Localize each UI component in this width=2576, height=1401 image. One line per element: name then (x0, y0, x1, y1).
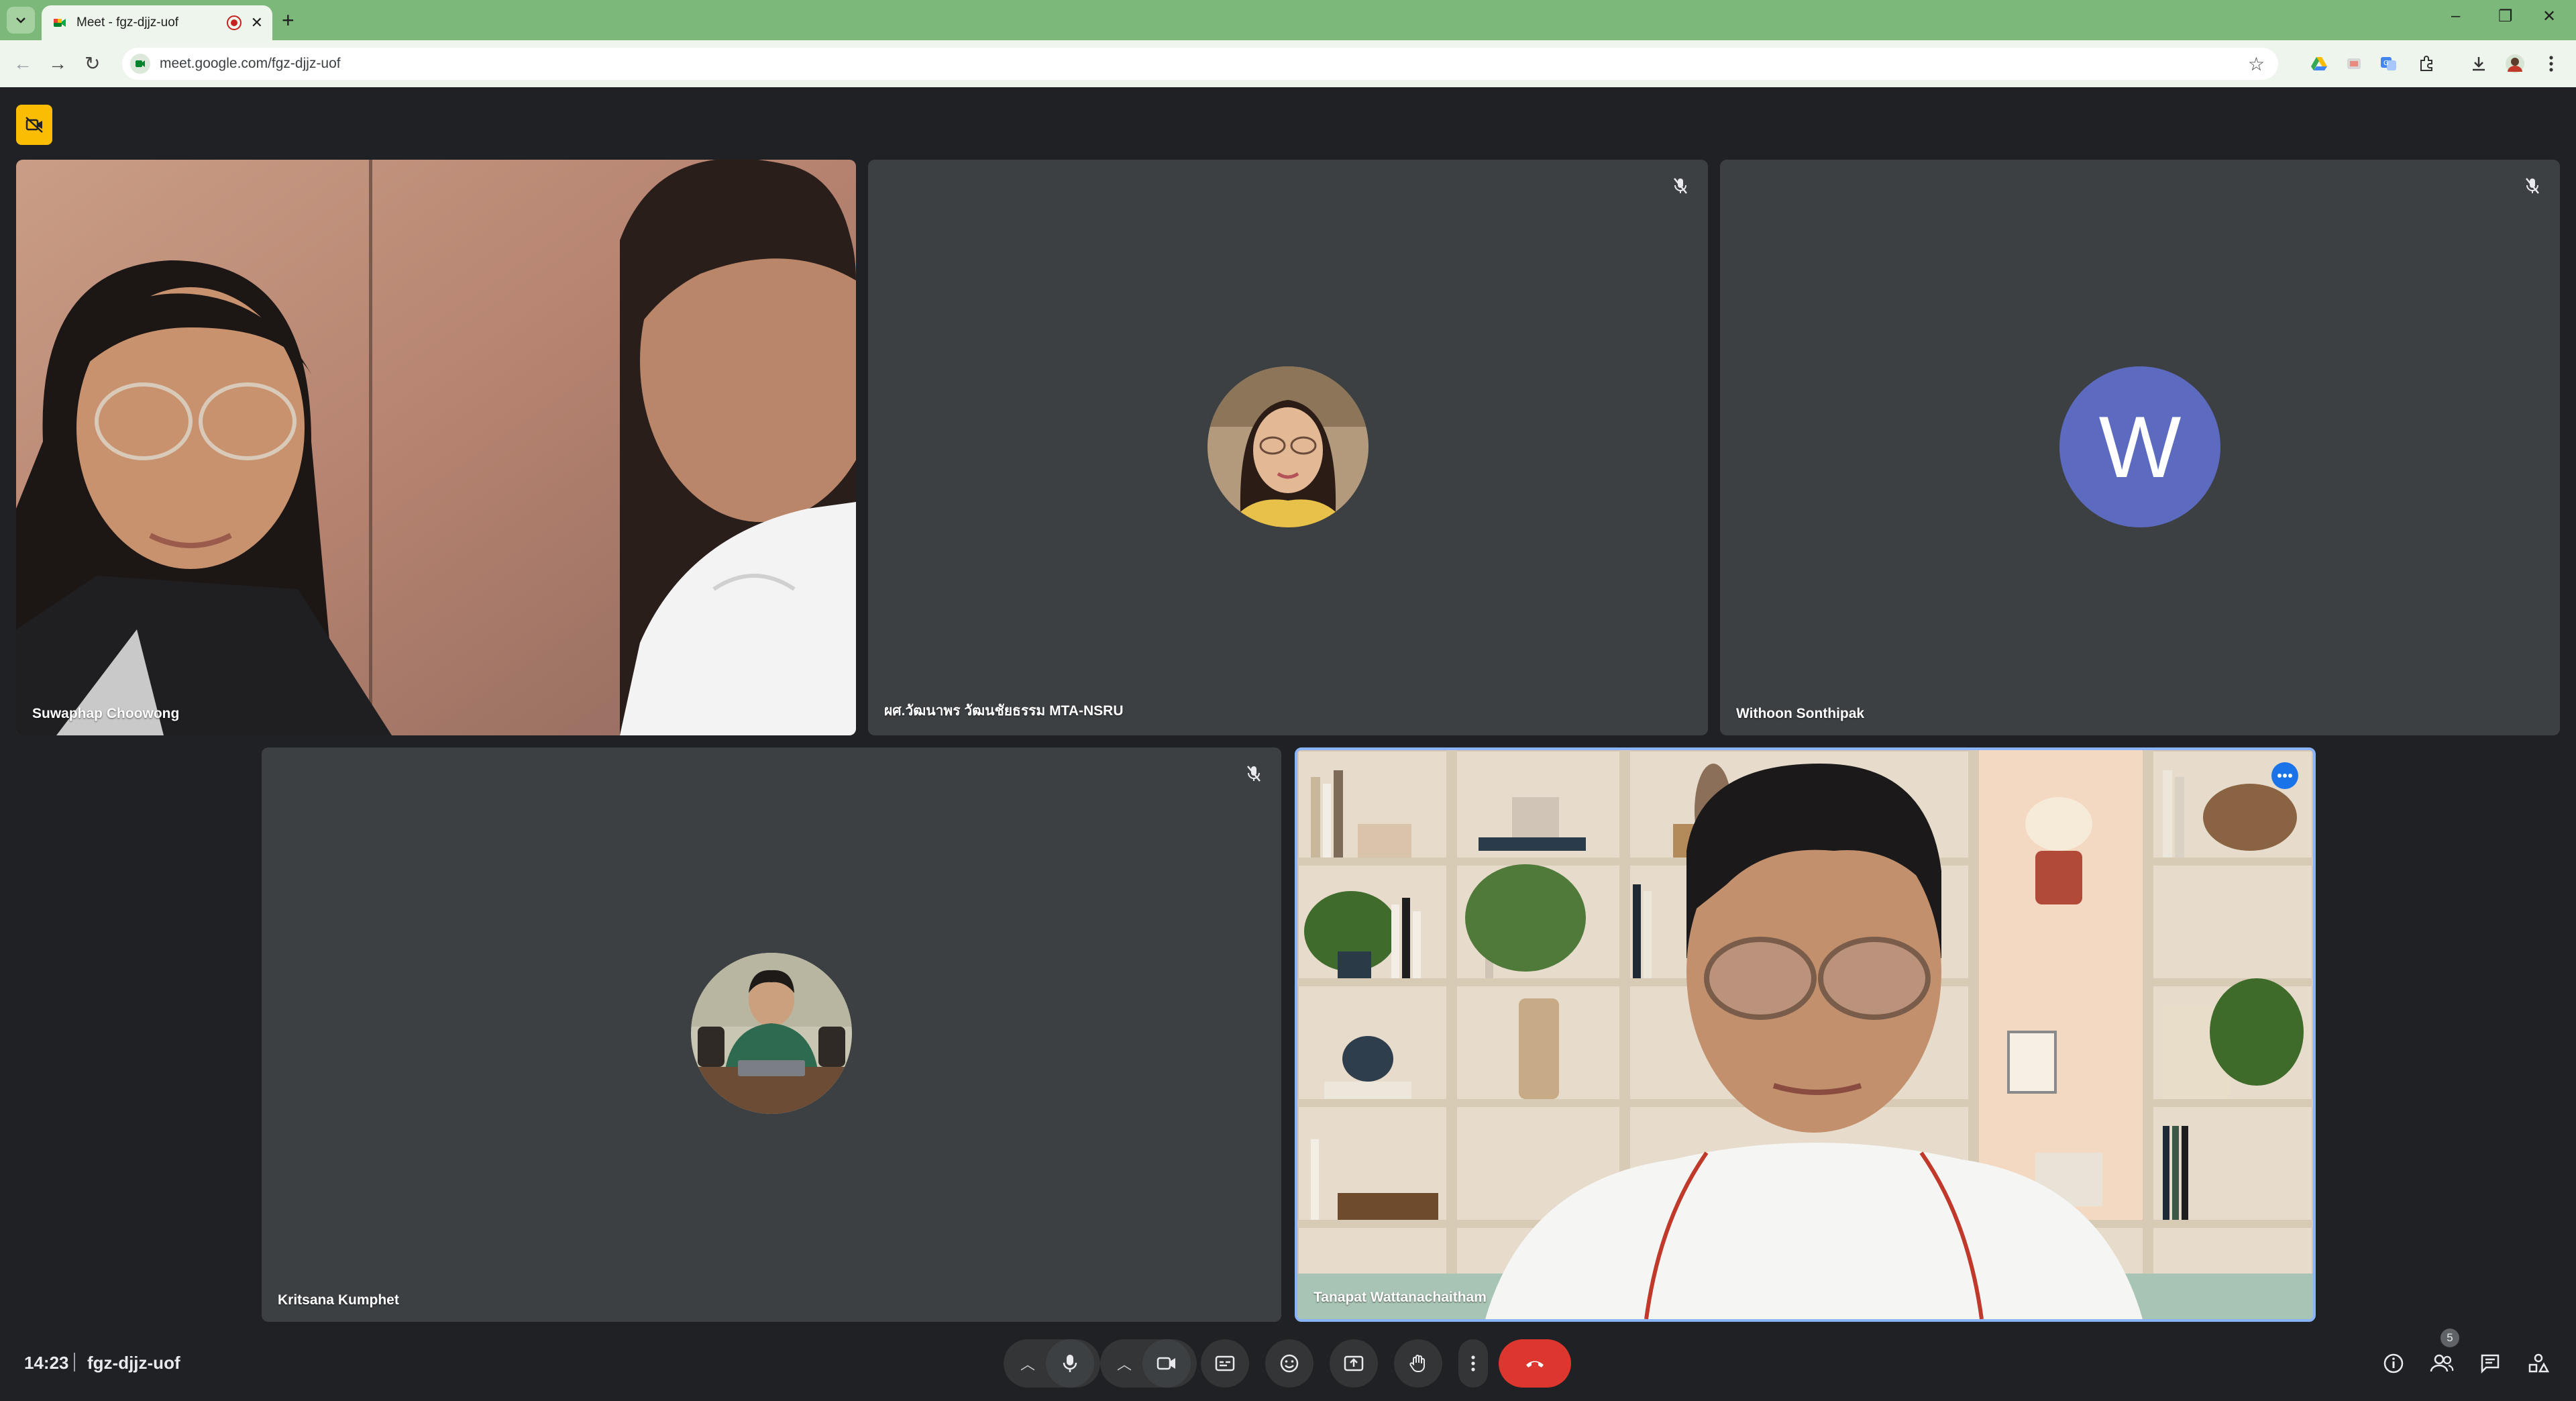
participant-avatar (691, 953, 852, 1114)
reactions-button[interactable] (1265, 1339, 1313, 1388)
minimize-button[interactable]: – (2451, 7, 2460, 25)
captions-icon (1215, 1355, 1235, 1371)
mic-off-icon (1247, 766, 1260, 782)
meet-favicon (54, 19, 66, 27)
avatar-initial: W (2098, 398, 2182, 496)
participant-video (16, 160, 856, 735)
activities-icon (2528, 1353, 2550, 1373)
forward-button[interactable]: → (48, 52, 67, 75)
download-icon[interactable] (2469, 54, 2489, 74)
new-tab-button[interactable]: + (282, 8, 294, 32)
more-vert-icon (1471, 1355, 1475, 1371)
participant-tile-active-speaker[interactable]: Tanapat Wattanachaitham (1295, 747, 2316, 1322)
captions-button[interactable] (1201, 1339, 1249, 1388)
participant-name: Withoon Sonthipak (1736, 706, 1865, 721)
participant-video (1297, 750, 2313, 1319)
emoji-icon (1280, 1354, 1299, 1373)
slides-extension-icon[interactable] (2344, 54, 2364, 74)
camera-off-notice-icon[interactable] (16, 105, 52, 145)
participant-initial-avatar: W (2059, 366, 2220, 527)
tab-strip: Meet - fgz-djjz-uof ✕ + – ❐ ✕ (0, 0, 2576, 40)
bookmark-star-icon[interactable]: ☆ (2248, 53, 2265, 75)
divider (74, 1353, 75, 1371)
camera-icon (1157, 1357, 1175, 1370)
participant-tile[interactable]: Kritsana Kumphet (262, 747, 1281, 1322)
activities-button[interactable] (2524, 1349, 2553, 1378)
browser-menu-icon[interactable] (2541, 54, 2561, 74)
people-button[interactable] (2427, 1349, 2457, 1378)
participant-tile[interactable]: ผศ.วัฒนาพร วัฒนชัยธรรม MTA-NSRU (868, 160, 1708, 735)
participant-count-badge: 5 (2440, 1329, 2459, 1347)
chevron-up-icon[interactable]: ︿ (1106, 1353, 1142, 1374)
camera-button[interactable] (1142, 1339, 1191, 1388)
participant-tile[interactable]: W Withoon Sonthipak (1720, 160, 2560, 735)
meeting-code[interactable]: fgz-djjz-uof (87, 1353, 180, 1373)
tab-title: Meet - fgz-djjz-uof (76, 15, 179, 30)
meeting-clock: 14:23 (24, 1353, 69, 1373)
drive-extension-icon[interactable] (2309, 54, 2329, 74)
mic-icon (1063, 1355, 1077, 1372)
meeting-info-button[interactable] (2379, 1349, 2408, 1378)
participant-avatar (1208, 366, 1368, 527)
raise-hand-button[interactable] (1394, 1339, 1442, 1388)
participant-name: ผศ.วัฒนาพร วัฒนชัยธรรม MTA-NSRU (884, 703, 1124, 719)
hang-up-icon (1526, 1361, 1544, 1367)
extensions-puzzle-icon[interactable] (2416, 54, 2436, 74)
chevron-up-icon[interactable]: ︿ (1010, 1353, 1046, 1374)
participant-name: Suwaphap Choowong (32, 706, 180, 721)
present-button[interactable] (1330, 1339, 1378, 1388)
tab-close-button[interactable]: ✕ (251, 14, 263, 32)
back-button[interactable]: ← (13, 52, 32, 75)
reload-button[interactable]: ↻ (85, 52, 100, 75)
chat-icon (2481, 1354, 2500, 1374)
browser-tab[interactable]: Meet - fgz-djjz-uof ✕ (42, 5, 272, 40)
more-options-button[interactable] (1458, 1339, 1488, 1388)
leave-call-button[interactable] (1499, 1339, 1571, 1388)
mic-control-group: ︿ (1004, 1339, 1100, 1388)
more-options-icon[interactable] (2271, 762, 2298, 789)
recording-indicator-icon (226, 15, 241, 30)
people-icon (2430, 1354, 2454, 1372)
mic-button[interactable] (1046, 1339, 1094, 1388)
address-bar[interactable]: meet.google.com/fgz-djjz-uof ☆ (122, 48, 2278, 80)
url-text: meet.google.com/fgz-djjz-uof (160, 56, 341, 71)
site-info-icon[interactable] (130, 54, 150, 74)
chevron-down-icon (16, 17, 25, 23)
mic-off-icon (2526, 178, 2539, 194)
restore-button[interactable]: ❐ (2498, 7, 2513, 26)
participant-name: Tanapat Wattanachaitham (1313, 1290, 1487, 1305)
svg-text:G: G (2383, 60, 2389, 67)
profile-avatar[interactable] (2505, 54, 2525, 74)
info-icon (2383, 1353, 2404, 1373)
participant-tile[interactable]: Suwaphap Choowong (16, 160, 856, 735)
participant-name: Kritsana Kumphet (278, 1292, 399, 1308)
translate-extension-icon[interactable]: G (2379, 54, 2399, 74)
present-screen-icon (1344, 1355, 1364, 1371)
hand-icon (1409, 1355, 1425, 1372)
camera-control-group: ︿ (1100, 1339, 1197, 1388)
browser-toolbar: ← → ↻ meet.google.com/fgz-djjz-uof ☆ G (0, 40, 2576, 87)
close-window-button[interactable]: ✕ (2542, 7, 2556, 26)
mic-off-icon (1674, 178, 1687, 194)
chat-button[interactable] (2475, 1349, 2505, 1378)
tab-search-button[interactable] (7, 7, 35, 34)
